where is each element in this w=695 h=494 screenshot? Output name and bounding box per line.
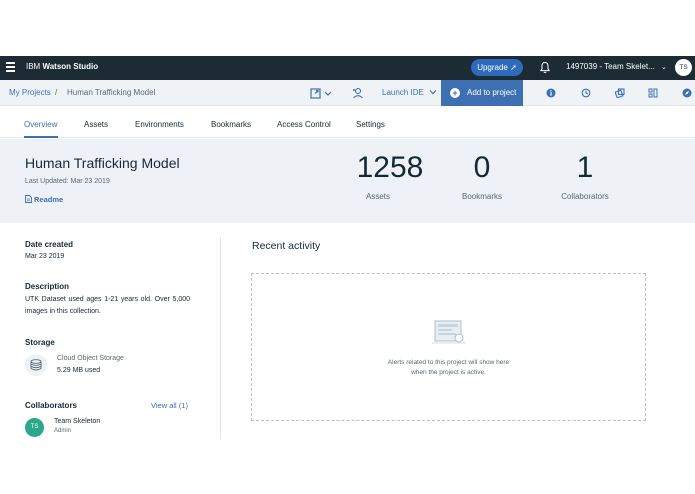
breadcrumb-my-projects[interactable]: My Projects <box>9 88 51 97</box>
user-avatar[interactable]: TS <box>675 59 692 76</box>
brand-logo[interactable]: IBM Watson Studio <box>26 62 98 71</box>
page-title: Human Trafficking Model <box>25 155 180 171</box>
readme-label: Readme <box>34 195 64 204</box>
tab-bookmarks[interactable]: Bookmarks <box>211 120 251 129</box>
description-text: UTK Dataset used ages 1-21 years old. Ov… <box>25 296 190 315</box>
plus-icon: + <box>450 88 460 98</box>
project-toolbar: My Projects / Human Trafficking Model La… <box>0 80 695 106</box>
date-created-heading: Date created <box>25 240 74 249</box>
storage-heading: Storage <box>25 338 55 347</box>
history-icon[interactable] <box>581 88 591 98</box>
collaborators-heading: Collaborators <box>25 401 78 410</box>
assets-count[interactable]: 1258 <box>340 151 440 185</box>
collaborator-name[interactable]: Team Skeleton <box>54 418 100 425</box>
data-icon[interactable] <box>648 88 658 98</box>
document-icon <box>25 195 32 203</box>
readme-link[interactable]: Readme <box>25 195 63 204</box>
breadcrumb-separator: / <box>55 88 58 97</box>
account-switcher[interactable]: 1497039 - Team Skelet... ⌄ <box>566 62 667 71</box>
description-heading: Description <box>25 282 70 291</box>
view-all-collaborators-link[interactable]: View all (1) <box>151 401 188 410</box>
active-tab-indicator <box>24 136 58 138</box>
brand-prefix: IBM <box>26 62 41 71</box>
bookmarks-count-label: Bookmarks <box>461 192 502 201</box>
recent-activity-heading: Recent activity <box>252 240 321 252</box>
empty-activity-icon <box>432 320 466 344</box>
empty-activity-line-1: Alerts related to this project will show… <box>387 359 510 366</box>
assets-count-label: Assets <box>365 192 390 201</box>
chevron-down-icon: ⌄ <box>661 64 667 71</box>
brand-name: Watson Studio <box>42 62 99 71</box>
notifications-bell-icon[interactable] <box>539 61 551 74</box>
tab-environments[interactable]: Environments <box>135 120 184 129</box>
new-asset-icon[interactable] <box>310 87 332 99</box>
collaborator-role: Admin <box>54 428 72 434</box>
empty-activity-line-2: when the project is active. <box>411 369 486 376</box>
storage-type: Cloud Object Storage <box>57 355 124 362</box>
bookmarks-count[interactable]: 0 <box>452 151 512 185</box>
recent-activity-panel: Alerts related to this project will show… <box>251 273 646 421</box>
launch-ide-label: Launch IDE <box>382 88 424 97</box>
breadcrumb-current: Human Trafficking Model <box>67 88 156 97</box>
account-label: 1497039 - Team Skelet... <box>566 62 655 71</box>
launch-ide-button[interactable]: Launch IDE <box>382 88 437 97</box>
collaborators-count-label: Collaborators <box>561 192 609 201</box>
upgrade-label: Upgrade <box>477 63 508 72</box>
empty-activity-message: Alerts related to this project will show… <box>252 358 645 378</box>
hamburger-menu-icon[interactable] <box>6 62 15 74</box>
collaborators-count[interactable]: 1 <box>555 151 615 185</box>
compass-icon[interactable] <box>682 88 692 98</box>
last-updated: Last Updated: Mar 23 2019 <box>25 178 110 185</box>
storage-icon <box>25 354 47 376</box>
info-icon[interactable] <box>546 88 556 98</box>
tab-assets[interactable]: Assets <box>84 120 108 129</box>
chevron-down-icon <box>429 90 437 95</box>
collaborator-avatar[interactable]: TS <box>25 418 44 437</box>
rocket-icon: ➚ <box>510 63 517 72</box>
storage-used: 5.29 MB used <box>57 367 101 374</box>
tab-settings[interactable]: Settings <box>356 120 385 129</box>
gallery-icon[interactable] <box>615 88 625 98</box>
project-header: Human Trafficking Model Last Updated: Ma… <box>0 139 695 223</box>
upgrade-button[interactable]: Upgrade ➚ <box>471 59 523 76</box>
add-to-project-label: Add to project <box>467 88 517 97</box>
add-to-project-button[interactable]: + Add to project <box>441 80 523 106</box>
collaborator-icon[interactable] <box>352 87 364 99</box>
tab-access-control[interactable]: Access Control <box>277 120 331 129</box>
tab-overview[interactable]: Overview <box>24 120 57 129</box>
top-navigation-bar: IBM Watson Studio Upgrade ➚ 1497039 - Te… <box>0 56 695 80</box>
column-divider <box>220 237 221 439</box>
date-created-value: Mar 23 2019 <box>25 253 65 260</box>
project-tabs: Overview Assets Environments Bookmarks A… <box>0 106 695 138</box>
